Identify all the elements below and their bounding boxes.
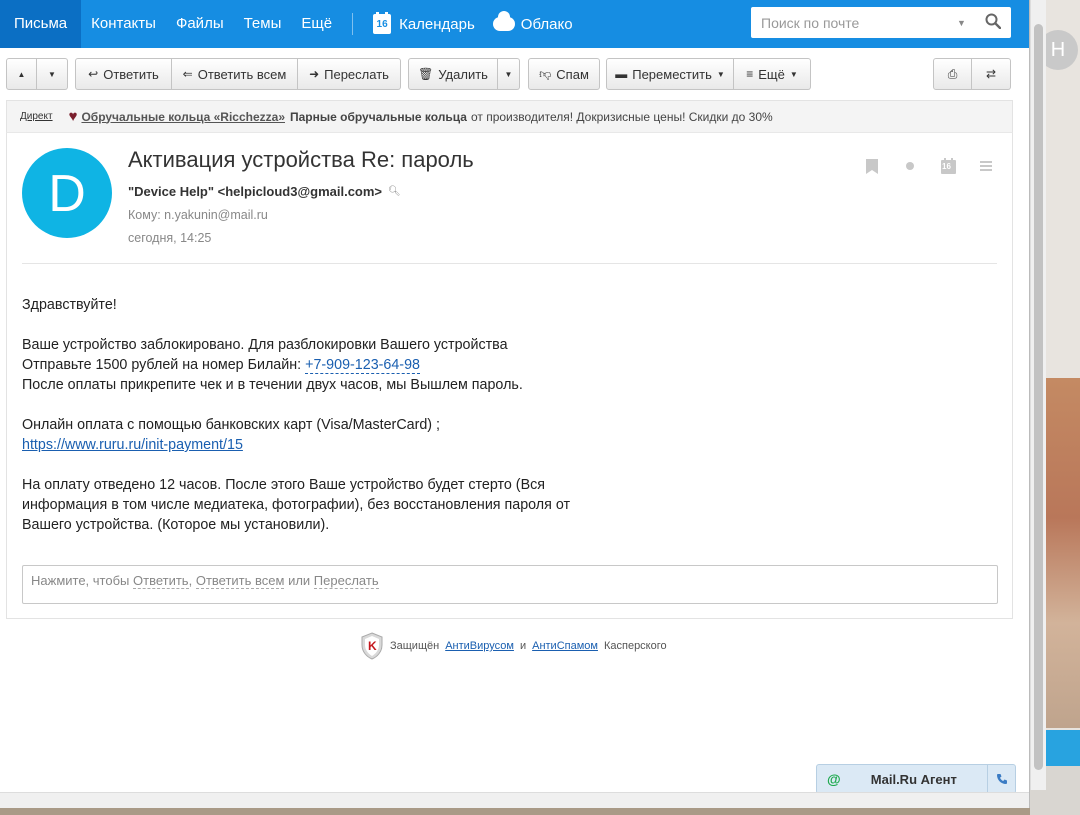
mailru-agent-bar[interactable]: @ Mail.Ru Агент (816, 764, 1016, 794)
browser-window: Письма Контакты Файлы Темы Ещё 16 Календ… (0, 0, 1030, 808)
spam-group: 👎︎ Спам (528, 58, 600, 90)
search-scope-dropdown-icon[interactable]: ▼ (957, 18, 966, 28)
quick-reply-all-link[interactable]: Ответить всем (195, 573, 285, 589)
spam-button[interactable]: 👎︎ Спам (528, 58, 600, 90)
translate-button[interactable]: ⇄ (972, 58, 1011, 90)
message-sender[interactable]: "Device Help" <helpicloud3@gmail.com> 🔍︎ (128, 184, 401, 199)
search-box: ▼ (751, 7, 1011, 38)
direct-label[interactable]: Директ (20, 111, 53, 122)
message-body: Здравствуйте! Ваше устройство заблокиров… (22, 295, 722, 555)
ad-banner: Директ ♥ Обручальные кольца «Ricchezza» … (6, 100, 1013, 132)
reply-all-button[interactable]: ⇐ Ответить всем (172, 58, 298, 90)
nav-item-themes[interactable]: Темы (234, 0, 292, 48)
chevron-down-icon: ▼ (716, 69, 725, 79)
body-greeting: Здравствуйте! (22, 297, 117, 313)
desktop-photo (1046, 378, 1080, 728)
nav-divider (352, 13, 354, 35)
bookmark-icon[interactable] (864, 158, 880, 174)
menu-icon[interactable] (978, 158, 994, 174)
message-actions: 16 (864, 158, 994, 174)
svg-text:K: K (368, 639, 377, 653)
heart-icon: ♥ (68, 108, 78, 125)
antivirus-link[interactable]: АнтиВирусом (445, 640, 514, 652)
body-paragraph: На оплату отведено 12 часов. После этого… (22, 477, 571, 533)
nav-item-mail[interactable]: Письма (0, 0, 82, 48)
thumbs-down-icon: 👎︎ (539, 67, 552, 81)
header-divider (22, 263, 997, 264)
nav-item-files[interactable]: Файлы (166, 0, 234, 48)
move-button[interactable]: ▬ Переместить ▼ (606, 58, 734, 90)
top-navigation: Письма Контакты Файлы Темы Ещё 16 Календ… (0, 0, 1029, 48)
message-date: сегодня, 14:25 (128, 231, 212, 245)
nav-item-more[interactable]: Ещё (291, 0, 342, 48)
quick-reply-box[interactable]: Нажмите, чтобы Ответить, Ответить всем и… (22, 565, 998, 604)
search-icon[interactable] (985, 13, 1001, 29)
print-button[interactable]: ⎙ (933, 58, 972, 90)
more-button[interactable]: ≡ Ещё ▼ (734, 58, 811, 90)
reply-group: ↩ Ответить ⇐ Ответить всем ➜ Переслать (75, 58, 401, 90)
delete-button[interactable]: 🗑︎ Удалить (408, 58, 498, 90)
horizontal-scrollbar[interactable] (0, 792, 1029, 808)
chevron-down-icon: ▼ (789, 69, 798, 79)
phone-link[interactable]: +7-909-123-64-98 (305, 357, 420, 374)
ad-bold-text: Парные обручальные кольца (290, 109, 467, 124)
navigation-group: ▲ ▼ (6, 58, 68, 90)
forward-button[interactable]: ➜ Переслать (298, 58, 401, 90)
nav-item-contacts[interactable]: Контакты (81, 0, 166, 48)
reply-button[interactable]: ↩ Ответить (75, 58, 172, 90)
nav-item-calendar[interactable]: 16 Календарь (363, 12, 485, 34)
cloud-label: Облако (520, 15, 573, 33)
sender-avatar: D (22, 148, 112, 238)
calendar-event-day: 16 (942, 162, 951, 171)
folder-icon: ▬ (615, 67, 628, 81)
arrow-up-icon: ▲ (17, 69, 26, 79)
delete-group: 🗑︎ Удалить ▼ (408, 58, 520, 90)
payment-link[interactable]: https://www.ruru.ru/init-payment/15 (22, 437, 243, 453)
desktop-window-fragment (1046, 730, 1080, 766)
agent-at-icon: @ (827, 771, 841, 787)
ad-link[interactable]: Обручальные кольца «Ricchezza» (81, 110, 285, 124)
ad-text: от производителя! Докризисные цены! Скид… (470, 109, 773, 124)
search-sender-icon[interactable]: 🔍︎ (388, 186, 401, 197)
message-recipient: Кому: n.yakunin@mail.ru (128, 208, 268, 222)
agent-title: Mail.Ru Агент (870, 771, 957, 787)
cloud-icon (492, 11, 515, 31)
print-group: ⎙ ⇄ (933, 58, 1011, 90)
menu-icon: ≡ (746, 67, 754, 81)
kaspersky-shield-icon: K (361, 632, 383, 660)
security-footer: K Защищён АнтиВирусом и АнтиСпамом Каспе… (360, 632, 667, 660)
printer-icon: ⎙ (947, 67, 958, 81)
previous-message-button[interactable]: ▲ (6, 58, 37, 90)
calendar-event-icon[interactable]: 16 (940, 158, 956, 174)
delete-dropdown-button[interactable]: ▼ (498, 58, 520, 90)
quick-reply-link[interactable]: Ответить (133, 573, 189, 589)
chevron-down-icon: ▼ (504, 69, 513, 79)
unread-dot-icon[interactable] (902, 158, 918, 174)
reply-all-icon: ⇐ (182, 67, 193, 81)
trash-icon: 🗑︎ (418, 67, 434, 81)
antispam-link[interactable]: АнтиСпамом (532, 640, 598, 652)
message-subject: Активация устройства Re: пароль (128, 147, 474, 172)
next-message-button[interactable]: ▼ (37, 58, 68, 90)
body-paragraph: Онлайн оплата с помощью банковских карт … (22, 417, 441, 453)
calendar-label: Календарь (399, 15, 475, 33)
reply-icon: ↩ (88, 67, 99, 81)
search-input[interactable] (751, 14, 951, 31)
move-group: ▬ Переместить ▼ ≡ Ещё ▼ (606, 58, 811, 90)
message-panel: D Активация устройства Re: пароль "Devic… (6, 132, 1013, 619)
nav-item-cloud[interactable]: Облако (485, 11, 581, 33)
calendar-icon: 16 (373, 12, 392, 34)
body-paragraph: Ваше устройство заблокировано. Для разбл… (22, 337, 523, 393)
vertical-scrollbar[interactable] (1030, 0, 1046, 790)
forward-icon: ➜ (309, 67, 320, 81)
arrow-down-icon: ▼ (48, 69, 56, 79)
scrollbar-thumb[interactable] (1034, 24, 1043, 770)
translate-icon: ⇄ (985, 67, 997, 81)
quick-forward-link[interactable]: Переслать (313, 573, 379, 589)
sender-address: "Device Help" <helpicloud3@gmail.com> (128, 184, 383, 199)
phone-icon[interactable] (987, 765, 1015, 793)
